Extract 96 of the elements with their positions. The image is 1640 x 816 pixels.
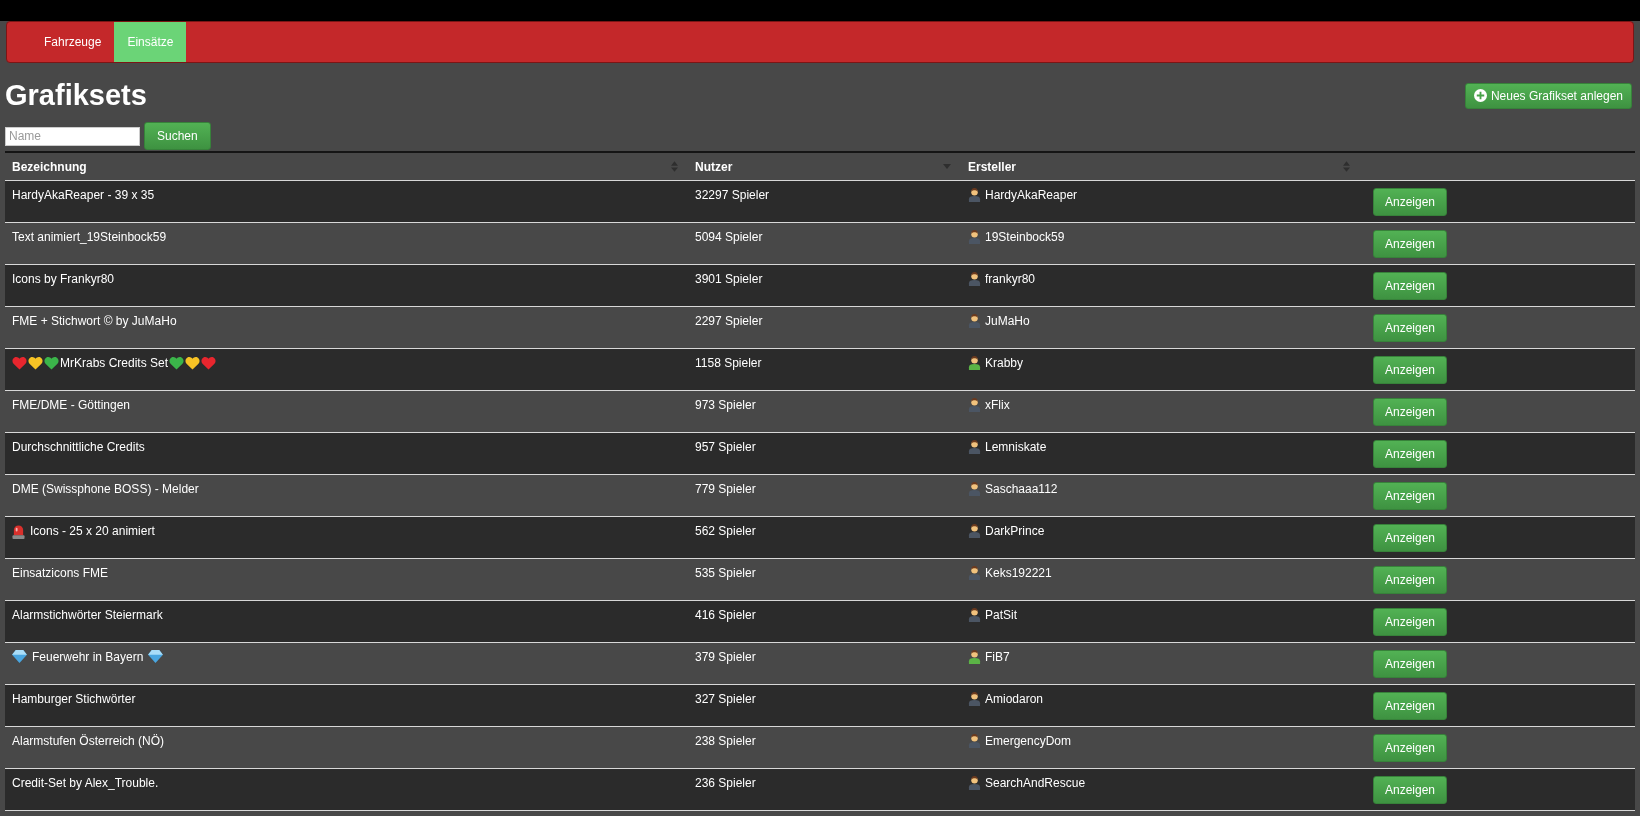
nav-tab[interactable]: Fahrzeuge: [31, 22, 115, 62]
person-icon: [968, 775, 981, 790]
column-header[interactable]: Bezeichnung: [5, 153, 688, 180]
search-button[interactable]: Suchen: [144, 122, 211, 150]
graphic-set-name: Alarmstufen Österreich (NÖ): [12, 733, 165, 749]
show-button[interactable]: Anzeigen: [1373, 523, 1448, 552]
heart-icon: [169, 356, 185, 370]
siren-icon: [12, 524, 25, 539]
graphic-set-name: Feuerwehr in Bayern: [32, 649, 144, 665]
show-button[interactable]: Anzeigen: [1373, 565, 1448, 594]
name-search-field[interactable]: Name: [5, 126, 140, 146]
person-icon: [968, 187, 981, 202]
graphic-set-name: Alarmstichwörter Steiermark: [12, 607, 163, 623]
creator-name[interactable]: JuMaHo: [985, 313, 1030, 329]
column-header[interactable]: Ersteller: [961, 153, 1360, 180]
person-icon: [968, 481, 981, 496]
show-button[interactable]: Anzeigen: [1373, 271, 1448, 300]
new-graphic-set-button[interactable]: Neues Grafikset anlegen: [1464, 82, 1632, 109]
heart-icon: [12, 356, 27, 370]
show-button[interactable]: Anzeigen: [1373, 229, 1448, 258]
user-count: 957 Spieler: [695, 439, 756, 455]
show-button[interactable]: Anzeigen: [1373, 313, 1448, 342]
person-icon: [968, 439, 981, 454]
page-title: Grafiksets: [5, 79, 147, 112]
caret-icon[interactable]: [943, 164, 951, 169]
sort-icon[interactable]: [1343, 161, 1350, 172]
person-icon: [968, 565, 981, 580]
column-header[interactable]: Nutzer: [688, 153, 961, 180]
user-count: 327 Spieler: [695, 691, 756, 707]
creator-name[interactable]: EmergencyDom: [985, 733, 1072, 749]
person-icon: [968, 229, 981, 244]
user-count: 779 Spieler: [695, 481, 756, 497]
person-icon: [968, 523, 981, 538]
user-count: 379 Spieler: [695, 649, 756, 665]
person-icon: [968, 271, 981, 286]
user-count: 416 Spieler: [695, 607, 756, 623]
heart-icon: [185, 356, 201, 370]
creator-name[interactable]: Keks192221: [985, 565, 1052, 581]
show-button[interactable]: Anzeigen: [1373, 355, 1448, 384]
user-count: 3901 Spieler: [695, 271, 763, 287]
graphic-set-name: Text animiert_19Steinbock59: [12, 229, 167, 245]
person-icon: [968, 397, 981, 412]
graphic-set-name: Durchschnittliche Credits: [12, 439, 145, 455]
gem-icon: [148, 650, 164, 663]
graphic-set-name: HardyAkaReaper - 39 x 35: [12, 187, 155, 203]
creator-name[interactable]: frankyr80: [985, 271, 1036, 287]
show-button[interactable]: Anzeigen: [1373, 733, 1448, 762]
show-button[interactable]: Anzeigen: [1373, 397, 1448, 426]
creator-name[interactable]: xFlix: [985, 397, 1010, 413]
creator-name[interactable]: Saschaaa112: [985, 481, 1058, 497]
graphic-set-name: FME/DME - Göttingen: [12, 397, 131, 413]
creator-name[interactable]: SearchAndRescue: [985, 775, 1086, 791]
person-icon: [968, 313, 981, 328]
creator-name[interactable]: Krabby: [985, 355, 1024, 371]
creator-name[interactable]: 19Steinbock59: [985, 229, 1065, 245]
user-count: 535 Spieler: [695, 565, 756, 581]
graphic-set-name: Credit-Set by Alex_Trouble.: [12, 775, 159, 791]
heart-icon: [201, 356, 217, 370]
user-count: 2297 Spieler: [695, 313, 763, 329]
user-count: 236 Spieler: [695, 775, 756, 791]
heart-icon: [44, 356, 59, 370]
user-count: 238 Spieler: [695, 733, 756, 749]
gem-icon: [12, 650, 27, 663]
graphic-set-name: Einsatzicons FME: [12, 565, 109, 581]
person-icon: [968, 355, 981, 370]
person-icon: [968, 649, 981, 664]
graphic-set-name: Icons - 25 x 20 animiert: [30, 523, 155, 539]
creator-name[interactable]: HardyAkaReaper: [985, 187, 1078, 203]
graphic-set-name: Hamburger Stichwörter: [12, 691, 136, 707]
creator-name[interactable]: Lemniskate: [985, 439, 1047, 455]
show-button[interactable]: Anzeigen: [1373, 187, 1448, 216]
sort-icon[interactable]: [671, 161, 678, 172]
person-icon: [968, 691, 981, 706]
show-button[interactable]: Anzeigen: [1373, 439, 1448, 468]
user-count: 562 Spieler: [695, 523, 756, 539]
graphic-set-name: DME (Swissphone BOSS) - Melder: [12, 481, 199, 497]
person-icon: [968, 607, 981, 622]
graphic-set-name: FME + Stichwort © by JuMaHo: [12, 313, 177, 329]
user-count: 5094 Spieler: [695, 229, 763, 245]
plus-circle-icon: [1473, 89, 1487, 102]
show-button[interactable]: Anzeigen: [1373, 649, 1448, 678]
show-button[interactable]: Anzeigen: [1373, 775, 1448, 804]
graphic-set-name: Icons by Frankyr80: [12, 271, 115, 287]
creator-name[interactable]: PatSit: [985, 607, 1017, 623]
show-button[interactable]: Anzeigen: [1373, 607, 1448, 636]
creator-name[interactable]: Amiodaron: [985, 691, 1044, 707]
creator-name[interactable]: DarkPrince: [985, 523, 1045, 539]
show-button[interactable]: Anzeigen: [1373, 691, 1448, 720]
user-count: 32297 Spieler: [695, 187, 770, 203]
user-count: 973 Spieler: [695, 397, 756, 413]
graphic-set-name: MrKrabs Credits Set: [60, 355, 169, 371]
person-icon: [968, 733, 981, 748]
heart-icon: [28, 356, 43, 370]
user-count: 1158 Spieler: [695, 355, 762, 371]
show-button[interactable]: Anzeigen: [1373, 481, 1448, 510]
creator-name[interactable]: FiB7: [985, 649, 1010, 665]
